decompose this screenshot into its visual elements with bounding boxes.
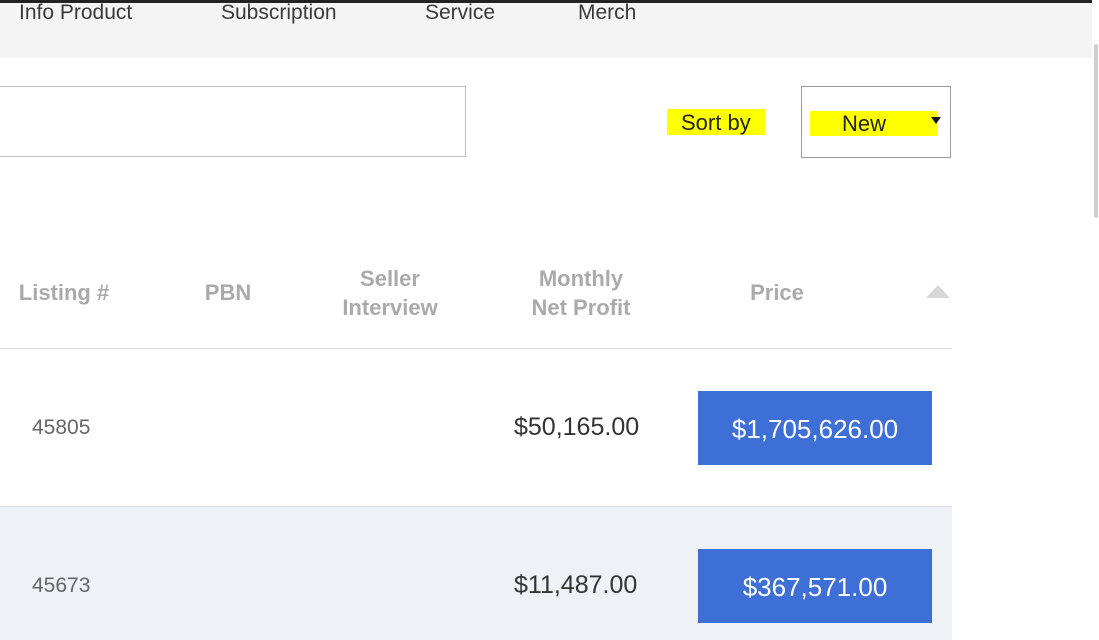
scrollbar-thumb[interactable]: [1094, 44, 1098, 218]
sort-select-value: New: [842, 111, 887, 136]
table-row[interactable]: 45805 $50,165.00 $1,705,626.00: [0, 349, 952, 506]
column-header-monthly-net-profit[interactable]: Monthly Net Profit: [513, 264, 649, 322]
column-header-listing[interactable]: Listing #: [18, 278, 110, 307]
column-header-profit-line2: Net Profit: [531, 295, 631, 320]
monthly-net-profit: $11,487.00: [514, 571, 638, 599]
search-input[interactable]: [0, 86, 466, 157]
nav-item-merch[interactable]: Merch: [578, 1, 636, 25]
sort-ascending-icon[interactable]: [926, 285, 950, 298]
listing-number: 45673: [32, 574, 91, 597]
sort-by-label: Sort by: [667, 109, 765, 135]
chevron-down-icon: [931, 117, 941, 124]
price-button[interactable]: $367,571.00: [698, 549, 932, 623]
monthly-net-profit: $50,165.00: [514, 413, 640, 441]
sort-select[interactable]: New: [801, 86, 951, 158]
column-header-price[interactable]: Price: [727, 278, 827, 307]
column-header-pbn[interactable]: PBN: [190, 278, 266, 307]
column-header-seller-line2: Interview: [342, 295, 438, 320]
category-nav: Info Product Subscription Service Merch: [0, 0, 1092, 58]
top-border: [0, 0, 1092, 3]
column-header-seller-interview[interactable]: Seller Interview: [330, 264, 450, 322]
nav-item-info-product[interactable]: Info Product: [19, 1, 132, 25]
price-button[interactable]: $1,705,626.00: [698, 391, 932, 465]
nav-item-subscription[interactable]: Subscription: [221, 1, 337, 25]
column-header-profit-line1: Monthly: [538, 266, 624, 291]
table-row[interactable]: 45673 $11,487.00 $367,571.00: [0, 506, 952, 640]
column-header-seller-line1: Seller: [360, 266, 420, 291]
scrollbar[interactable]: [1092, 0, 1099, 639]
nav-item-service[interactable]: Service: [425, 1, 495, 25]
listing-number: 45805: [32, 416, 91, 439]
